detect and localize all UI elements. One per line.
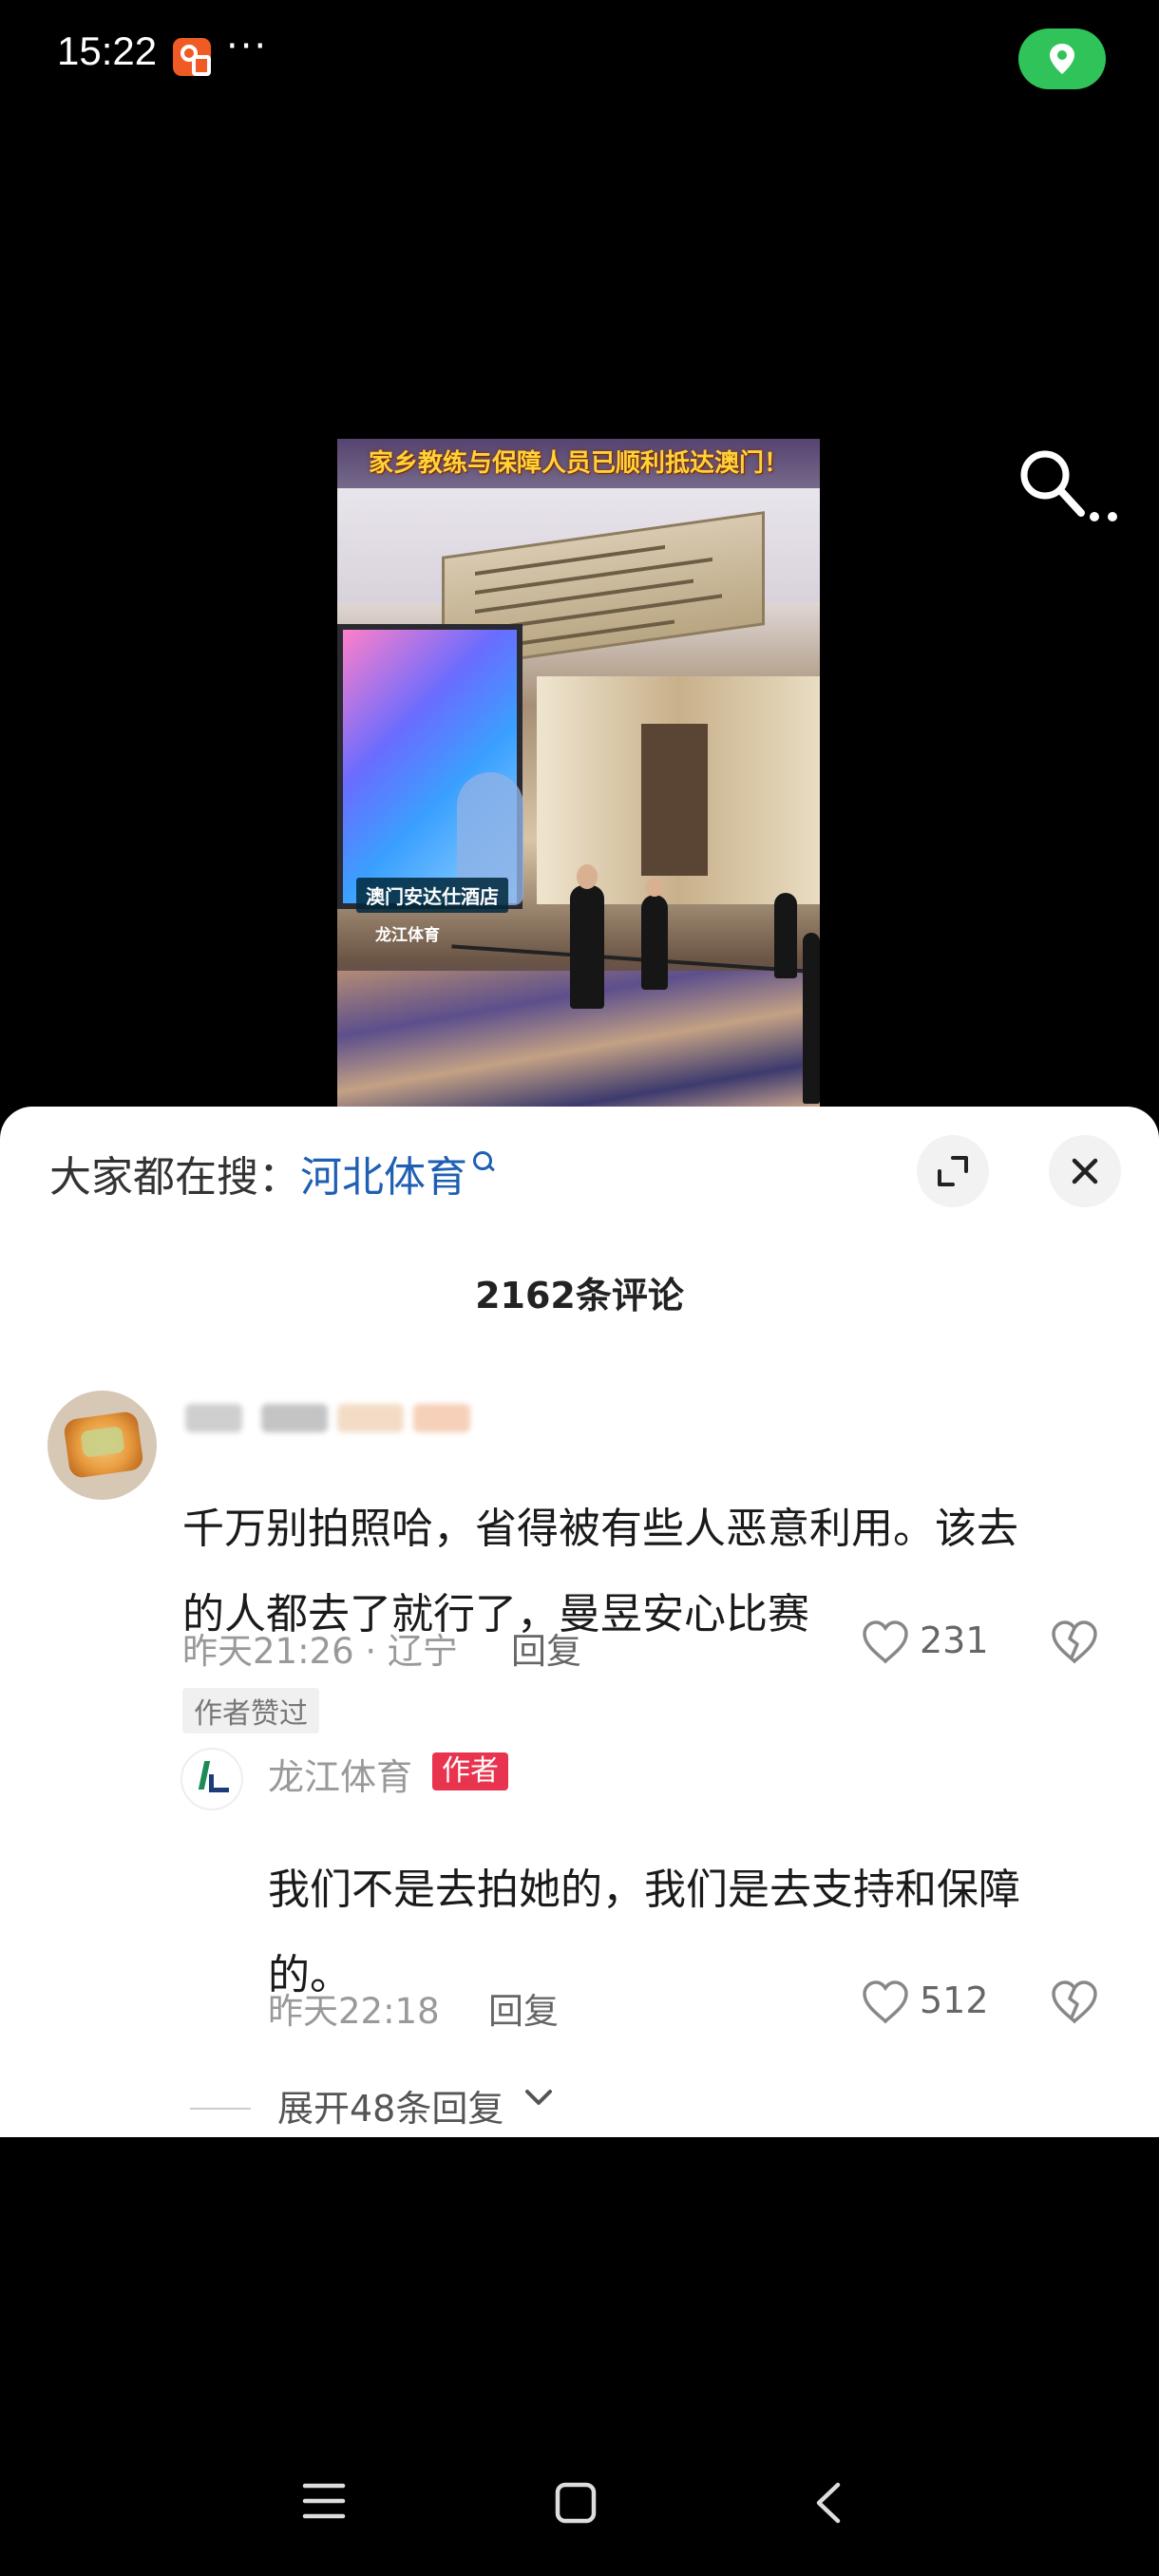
search-icon <box>1020 450 1117 521</box>
search-button[interactable] <box>1016 446 1121 532</box>
expand-divider: 展开48条回复 <box>190 2088 552 2130</box>
small-search-icon <box>473 1151 496 1174</box>
reply-time: 昨天22:18 <box>268 1991 440 2032</box>
chevron-down-icon <box>525 2090 552 2105</box>
broken-heart-icon <box>1052 1980 1097 2024</box>
reply-author-avatar[interactable] <box>180 1748 243 1810</box>
comment-reply-button[interactable]: 回复 <box>511 1622 581 1674</box>
video-person <box>774 893 797 978</box>
comment-dislike-button[interactable] <box>1050 1619 1099 1669</box>
hot-search-bar: 大家都在搜：河北体育 <box>49 1143 496 1203</box>
close-panel-button[interactable] <box>1049 1135 1121 1207</box>
menu-icon[interactable] <box>302 2481 346 2521</box>
broken-heart-icon <box>1052 1620 1097 1664</box>
location-pin-icon <box>1050 44 1074 74</box>
author-liked-badge: 作者赞过 <box>182 1688 319 1733</box>
commenter-avatar[interactable] <box>48 1391 157 1500</box>
comment-like-button[interactable]: 231 <box>861 1619 994 1667</box>
system-nav-bar <box>0 2413 1159 2576</box>
status-time: 15:22 <box>57 28 158 73</box>
expand-panel-button[interactable] <box>917 1135 989 1207</box>
comment-count-title: 2162条评论 <box>475 1275 684 1316</box>
expand-replies-button[interactable]: 展开48条回复 <box>277 2079 504 2131</box>
heart-icon <box>863 1620 908 1664</box>
fullscreen-icon <box>938 1156 968 1186</box>
reply-author-name[interactable]: 龙江体育 <box>268 1748 412 1800</box>
comments-panel: 大家都在搜：河北体育 2162条评论 千万别拍照哈，省得被有些人恶意利用。该去 … <box>0 1107 1159 2137</box>
video-person <box>570 885 604 1009</box>
comment-time-location: 昨天21:26 · 辽宁 <box>182 1631 458 1672</box>
location-indicator[interactable] <box>1018 28 1106 89</box>
video-watermark-logo: 龙江体育 <box>375 926 440 945</box>
close-icon <box>1072 1158 1098 1184</box>
video-caption: 家乡教练与保障人员已顺利抵达澳门！ <box>337 439 820 488</box>
heart-icon <box>863 1980 908 2024</box>
author-tag-badge: 作者 <box>432 1752 508 1790</box>
video-person <box>641 895 668 990</box>
more-dots-icon: ··· <box>226 25 269 68</box>
hot-search-prefix: 大家都在搜： <box>49 1153 300 1202</box>
reply-like-count: 512 <box>920 1979 989 2021</box>
kuaishou-app-icon <box>173 38 211 76</box>
commenter-name-blurred[interactable] <box>185 1396 480 1432</box>
status-bar: 15:22 ··· <box>0 0 1159 114</box>
video-player[interactable]: 家乡教练与保障人员已顺利抵达澳门！ 澳门安达仕酒店 龙江体育 <box>337 439 820 1107</box>
home-icon[interactable] <box>554 2481 598 2525</box>
video-rope-barrier <box>451 944 820 975</box>
video-doorway <box>641 724 708 876</box>
hot-search-term-link[interactable]: 河北体育 <box>300 1153 467 1202</box>
reply-reply-button[interactable]: 回复 <box>488 1982 559 2034</box>
video-location-label: 澳门安达仕酒店 <box>356 878 508 913</box>
video-person <box>803 933 820 1104</box>
back-icon[interactable] <box>813 2481 844 2525</box>
reply-like-button[interactable]: 512 <box>861 1979 994 2027</box>
reply-dislike-button[interactable] <box>1050 1979 1099 2029</box>
comment-like-count: 231 <box>920 1619 989 1661</box>
video-screen-display <box>337 624 523 909</box>
